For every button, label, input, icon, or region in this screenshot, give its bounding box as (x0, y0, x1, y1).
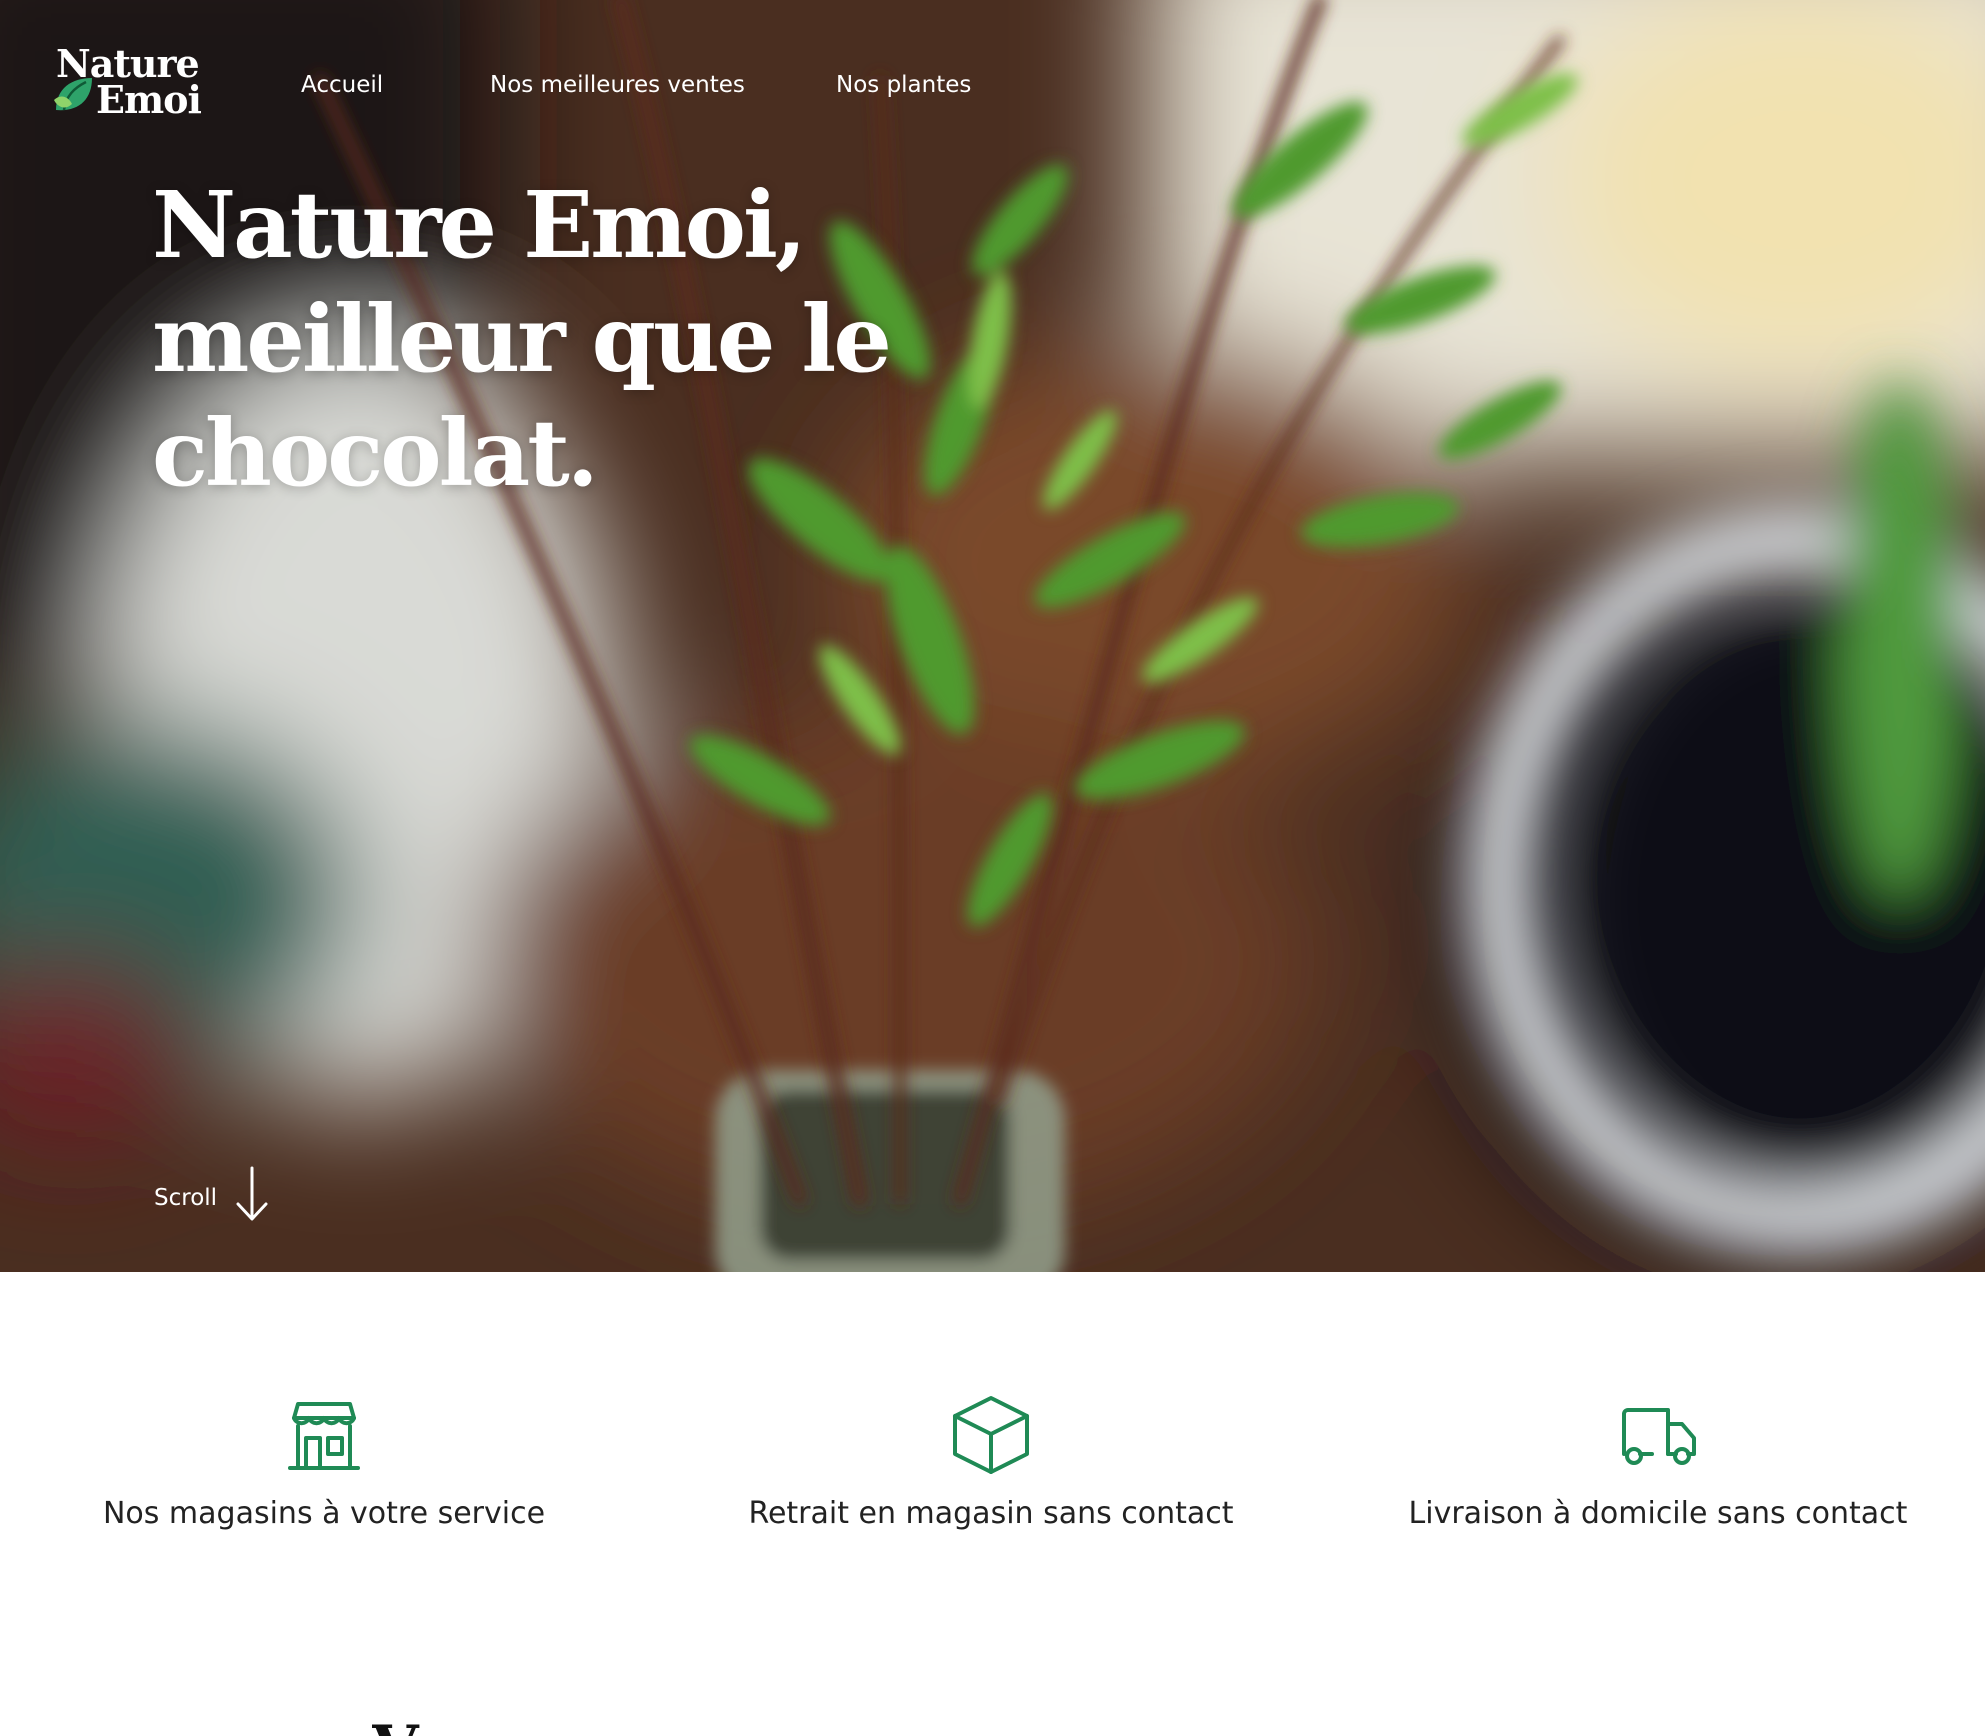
site-header: Nature Emoi Accueil Nos meilleures vente… (0, 0, 1985, 180)
feature-label-stores: Nos magasins à votre service (102, 1496, 546, 1531)
feature-stores: Nos magasins à votre service (4, 1392, 644, 1531)
nav-item-plantes[interactable]: Nos plantes (836, 72, 971, 98)
feature-label-pickup: Retrait en magasin sans contact (748, 1496, 1234, 1531)
hero-title-line-1: Nature Emoi, (152, 171, 807, 279)
logo-wordmark: Nature Emoi (56, 45, 202, 122)
nav-item-meilleures-ventes[interactable]: Nos meilleures ventes (490, 72, 745, 98)
scroll-label: Scroll (154, 1185, 218, 1211)
scroll-indicator[interactable]: Scroll (154, 1166, 271, 1224)
nav-item-accueil[interactable]: Accueil (301, 72, 383, 98)
logo-line-2: Emoi (96, 77, 202, 122)
feature-label-delivery: Livraison à domicile sans contact (1408, 1496, 1908, 1531)
next-section-title-fragment: Ve (372, 1712, 462, 1736)
hero-title: Nature Emoi, meilleur que le chocolat. (152, 168, 912, 510)
hero-title-line-3: chocolat. (152, 399, 599, 507)
box-icon (953, 1396, 1029, 1474)
store-icon (288, 1402, 360, 1470)
hero-title-line-2: meilleur que le (152, 285, 892, 393)
hero-section: Nature Emoi Accueil Nos meilleures vente… (0, 0, 1985, 1272)
feature-delivery: Livraison à domicile sans contact (1338, 1392, 1978, 1531)
next-section-title-text: Ve (372, 1718, 451, 1736)
features-section: Nos magasins à votre service Retrait en … (0, 1272, 1985, 1736)
arrow-down-icon (236, 1166, 268, 1221)
feature-pickup: Retrait en magasin sans contact (671, 1392, 1311, 1531)
truck-icon (1622, 1408, 1696, 1465)
brand-logo[interactable]: Nature Emoi (50, 45, 210, 126)
